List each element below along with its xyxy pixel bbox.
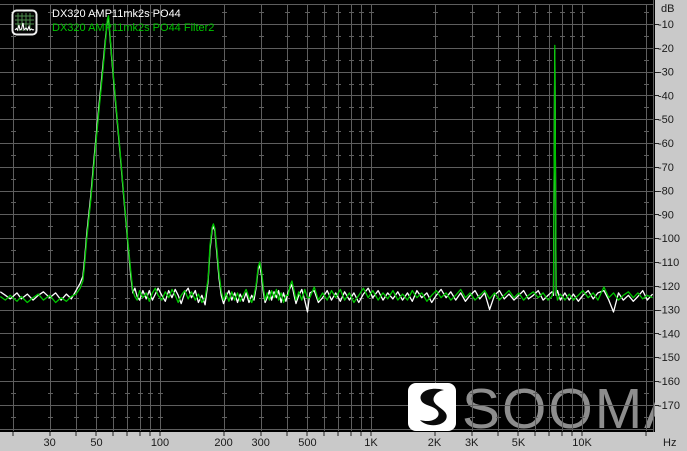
x-tick-label: 3K [465, 437, 479, 449]
legend: DX320 AMP11mk2s PO44DX320 AMP11mk2s PO44… [52, 7, 214, 35]
x-tick-label: 1K [364, 437, 378, 449]
y-axis-unit-label: dB [661, 3, 674, 15]
y-tick-label: -120 [658, 281, 680, 293]
y-tick-label: -170 [658, 400, 680, 412]
spectrum-thumbnail-icon [11, 9, 38, 36]
y-tick-label: -50 [658, 114, 674, 126]
legend-item: DX320 AMP11mk2s PO44 [52, 7, 214, 21]
y-tick-label: -160 [658, 376, 680, 388]
y-tick-label: -110 [658, 257, 679, 269]
y-tick-label: -20 [658, 43, 674, 55]
x-tick-label: 5K [512, 437, 526, 449]
y-tick-label: -10 [658, 19, 674, 31]
x-tick-label: 50 [90, 437, 102, 449]
y-tick-label: -70 [658, 162, 674, 174]
y-tick-label: -90 [658, 209, 674, 221]
spectrum-analysis-chart: SOOMAL 30501002003005001K2K3K5K10K-10-20… [0, 0, 687, 451]
x-tick-label: 100 [151, 437, 169, 449]
x-tick-label: 200 [214, 437, 232, 449]
plot-background [0, 0, 655, 432]
x-tick-label: 30 [44, 437, 56, 449]
y-tick-label: -130 [658, 305, 680, 317]
x-tick-label: 2K [428, 437, 442, 449]
y-tick-label: -40 [658, 90, 674, 102]
y-tick-label: -100 [658, 233, 680, 245]
y-tick-label: -150 [658, 352, 680, 364]
y-tick-label: -140 [658, 328, 680, 340]
x-axis-unit-label: Hz [663, 437, 676, 449]
y-tick-label: -60 [658, 138, 674, 150]
y-tick-label: -30 [658, 67, 674, 79]
y-tick-label: -80 [658, 186, 674, 198]
x-tick-label: 500 [298, 437, 316, 449]
x-tick-label: 10K [572, 437, 592, 449]
legend-item: DX320 AMP11mk2s PO44 Filter2 [52, 21, 214, 35]
x-tick-label: 300 [251, 437, 269, 449]
